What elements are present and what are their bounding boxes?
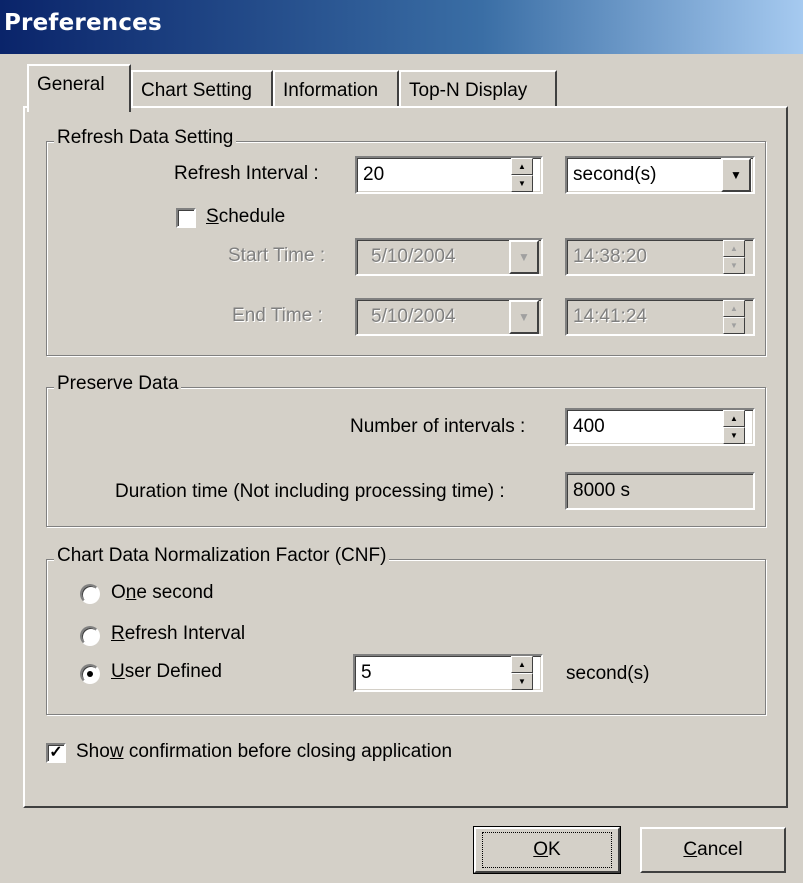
refresh-interval-value: 20 [363, 164, 385, 185]
spin-up-icon[interactable]: ▲ [511, 656, 533, 673]
start-date-value: 5/10/2004 [371, 246, 456, 267]
confirm-close-checkbox[interactable]: ✓ [46, 743, 66, 763]
refresh-data-group-title: Refresh Data Setting [54, 127, 237, 149]
start-time-label: Start Time : [228, 245, 326, 266]
spin-down-icon[interactable]: ▼ [723, 317, 745, 334]
spin-down-icon[interactable]: ▼ [511, 673, 533, 690]
confirm-close-label: Show confirmation before closing applica… [76, 741, 453, 762]
schedule-checkbox[interactable] [176, 208, 196, 228]
end-time-value: 14:41:24 [573, 306, 647, 327]
spin-up-icon[interactable]: ▲ [511, 158, 533, 175]
duration-label: Duration time (Not including processing … [115, 481, 505, 502]
tab-information[interactable]: Information [273, 70, 399, 108]
spin-up-icon[interactable]: ▲ [723, 300, 745, 317]
intervals-value: 400 [573, 416, 605, 437]
ok-button-label: OK [482, 832, 612, 868]
spin-down-icon[interactable]: ▼ [511, 175, 533, 192]
radio-user-defined-label: User Defined [111, 661, 222, 682]
tab-chart-setting[interactable]: Chart Setting [131, 70, 273, 108]
duration-field: 8000 s [565, 472, 755, 510]
radio-refresh-interval-label: Refresh Interval [111, 623, 246, 644]
radio-user-defined[interactable] [80, 664, 100, 684]
start-time-value: 14:38:20 [573, 246, 647, 267]
cancel-button-label: Cancel [683, 839, 743, 860]
end-time-spinner[interactable]: ▲ ▼ [723, 300, 745, 334]
chevron-down-icon[interactable]: ▼ [509, 300, 539, 334]
check-icon: ✓ [49, 744, 63, 761]
user-defined-unit: second(s) [566, 663, 650, 684]
refresh-unit-value: second(s) [573, 164, 657, 185]
user-defined-value: 5 [361, 662, 372, 683]
window-title: Preferences [4, 10, 162, 36]
chevron-down-icon[interactable]: ▼ [509, 240, 539, 274]
ok-button[interactable]: OK [473, 826, 621, 874]
radio-one-second-label: One second [111, 582, 214, 603]
user-defined-spinner[interactable]: ▲ ▼ [511, 656, 533, 690]
tab-top-n-display[interactable]: Top-N Display [399, 70, 557, 108]
spin-up-icon[interactable]: ▲ [723, 240, 745, 257]
intervals-spinner[interactable]: ▲ ▼ [723, 410, 745, 444]
refresh-interval-label: Refresh Interval : [174, 163, 319, 184]
end-time-label: End Time : [232, 305, 323, 326]
radio-refresh-interval[interactable] [80, 626, 100, 646]
radio-one-second[interactable] [80, 584, 100, 604]
refresh-interval-spinner[interactable]: ▲ ▼ [511, 158, 533, 192]
duration-value: 8000 s [573, 480, 631, 501]
preserve-data-group-title: Preserve Data [54, 373, 182, 395]
cancel-button[interactable]: Cancel [640, 827, 786, 873]
spin-down-icon[interactable]: ▼ [723, 427, 745, 444]
cnf-group-title: Chart Data Normalization Factor (CNF) [54, 545, 390, 567]
start-time-spinner[interactable]: ▲ ▼ [723, 240, 745, 274]
schedule-label: Schedule [206, 206, 286, 227]
chevron-down-icon[interactable]: ▼ [721, 158, 751, 192]
tab-general[interactable]: General [27, 64, 131, 112]
end-date-value: 5/10/2004 [371, 306, 456, 327]
intervals-label: Number of intervals : [350, 416, 526, 437]
radio-selected-dot [87, 671, 93, 677]
spin-up-icon[interactable]: ▲ [723, 410, 745, 427]
spin-down-icon[interactable]: ▼ [723, 257, 745, 274]
